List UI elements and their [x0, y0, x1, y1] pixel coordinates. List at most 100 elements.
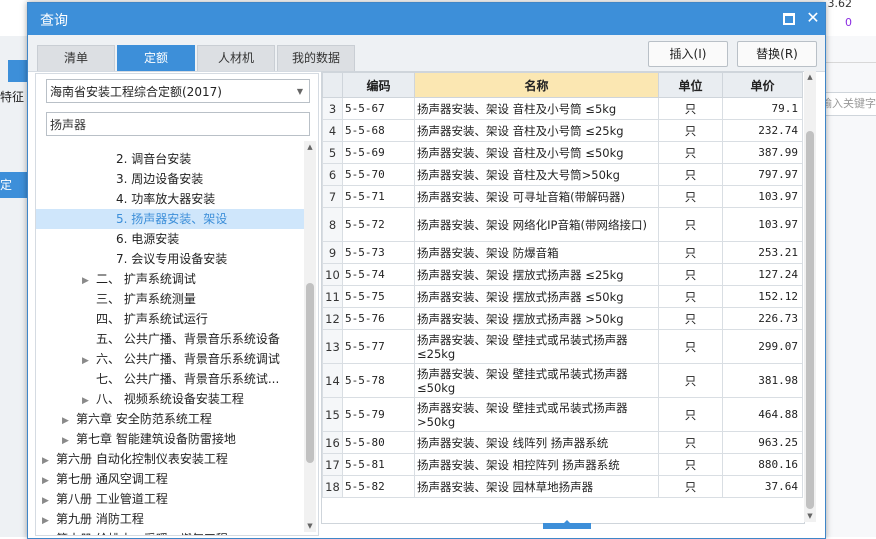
- expand-arrow-icon[interactable]: ▶: [62, 431, 76, 451]
- background-search-input[interactable]: 输入关键字: [820, 92, 876, 116]
- scrollbar-thumb[interactable]: [306, 283, 314, 463]
- dialog-title: 查询: [40, 13, 68, 29]
- quota-unit: 只: [658, 141, 723, 164]
- quota-name: 扬声器安装、架设 摆放式扬声器 ≤25kg: [414, 263, 659, 286]
- table-row[interactable]: 8 5-5-72 扬声器安装、架设 网络化IP音箱(带网络接口) 只 103.97: [322, 207, 803, 242]
- quota-name: 扬声器安装、架设 壁挂式或吊装式扬声器≤25kg: [414, 329, 659, 364]
- tree-node[interactable]: 3. 周边设备安装: [102, 169, 203, 189]
- tree-node[interactable]: ▶ 第六册 自动化控制仪表安装工程: [42, 449, 228, 469]
- tree-node[interactable]: ▶ 第八册 工业管道工程: [42, 489, 168, 509]
- quota-price: 299.07: [722, 329, 803, 364]
- background-left-selected[interactable]: 定: [0, 172, 28, 198]
- scroll-up-icon[interactable]: ▲: [304, 141, 316, 153]
- tree-node-label: 二、 扩声系统调试: [96, 272, 196, 286]
- scroll-down-icon[interactable]: ▼: [304, 520, 316, 532]
- quota-code: 5-5-76: [342, 307, 415, 330]
- expand-arrow-icon[interactable]: ▶: [82, 391, 96, 411]
- tab-my-data[interactable]: 我的数据: [277, 45, 355, 71]
- table-row[interactable]: 12 5-5-76 扬声器安装、架设 摆放式扬声器 >50kg 只 226.73: [322, 307, 803, 330]
- row-index: 10: [322, 263, 343, 286]
- expand-arrow-icon[interactable]: ▶: [42, 491, 56, 511]
- quota-code: 5-5-81: [342, 453, 415, 476]
- quota-code: 5-5-82: [342, 475, 415, 498]
- tree-node[interactable]: ▶ 第七章 智能建筑设备防雷接地: [62, 429, 236, 449]
- expand-arrow-icon[interactable]: ▶: [42, 531, 56, 535]
- table-row[interactable]: 4 5-5-68 扬声器安装、架设 音柱及小号筒 ≤25kg 只 232.74: [322, 119, 803, 142]
- row-index: 8: [322, 207, 343, 242]
- tree-node[interactable]: ▶ 八、 视频系统设备安装工程: [82, 389, 244, 409]
- expand-arrow-icon[interactable]: ▶: [62, 411, 76, 431]
- quota-code: 5-5-78: [342, 363, 415, 398]
- column-header-price[interactable]: 单价: [722, 72, 803, 98]
- column-header-unit[interactable]: 单位: [658, 72, 723, 98]
- tab-quota[interactable]: 定额: [117, 45, 195, 71]
- background-left-tab[interactable]: [8, 60, 28, 82]
- tree-node-label: 2. 调音台安装: [116, 152, 192, 166]
- background-left-label: 特征: [0, 90, 25, 104]
- expand-arrow-icon[interactable]: ▶: [42, 471, 56, 491]
- close-button[interactable]: ✕: [804, 9, 822, 27]
- tab-bill[interactable]: 清单: [37, 45, 115, 71]
- quota-unit: 只: [658, 241, 723, 264]
- tree-node[interactable]: ▶ 二、 扩声系统调试: [82, 269, 196, 289]
- replace-button[interactable]: 替换(R): [737, 41, 817, 67]
- expand-arrow-icon[interactable]: ▶: [42, 451, 56, 471]
- table-row[interactable]: 5 5-5-69 扬声器安装、架设 音柱及小号筒 ≤50kg 只 387.99: [322, 141, 803, 164]
- table-row[interactable]: 17 5-5-81 扬声器安装、架设 相控阵列 扬声器系统只 880.16: [322, 453, 803, 476]
- table-row[interactable]: 11 5-5-75 扬声器安装、架设 摆放式扬声器 ≤50kg 只 152.12: [322, 285, 803, 308]
- quota-code: 5-5-69: [342, 141, 415, 164]
- tree-search-input[interactable]: [46, 112, 310, 136]
- tree-node-label: 第六册 自动化控制仪表安装工程: [56, 452, 228, 466]
- tree-node-label: 第九册 消防工程: [56, 512, 144, 526]
- scroll-up-icon[interactable]: ▲: [804, 71, 816, 83]
- scrollbar-thumb[interactable]: [806, 131, 814, 509]
- tree-node[interactable]: 7. 会议专用设备安装: [102, 249, 227, 269]
- expand-arrow-icon[interactable]: ▶: [82, 351, 96, 371]
- tree-node[interactable]: 三、 扩声系统测量: [82, 289, 196, 309]
- tree-node[interactable]: 四、 扩声系统试运行: [82, 309, 208, 329]
- background-value: 3.62: [827, 0, 853, 10]
- column-header-code[interactable]: 编码: [342, 72, 415, 98]
- tree-node[interactable]: 4. 功率放大器安装: [102, 189, 215, 209]
- table-row[interactable]: 14 5-5-78 扬声器安装、架设 壁挂式或吊装式扬声器≤50kg 只 381.98: [322, 363, 803, 398]
- table-scrollbar[interactable]: ▲ ▼: [804, 71, 816, 522]
- quota-unit: 只: [658, 453, 723, 476]
- table-row[interactable]: 3 5-5-67 扬声器安装、架设 音柱及小号筒 ≤5kg 只 79.1: [322, 97, 803, 120]
- table-row[interactable]: 9 5-5-73 扬声器安装、架设 防爆音箱只 253.21: [322, 241, 803, 264]
- tree-node[interactable]: ▶ 第六章 安全防范系统工程: [62, 409, 212, 429]
- tree-node[interactable]: ▶ 六、 公共广播、背景音乐系统调试: [82, 349, 280, 369]
- quota-price: 79.1: [722, 97, 803, 120]
- quota-price: 152.12: [722, 285, 803, 308]
- tree-node[interactable]: 6. 电源安装: [102, 229, 179, 249]
- insert-button[interactable]: 插入(I): [648, 41, 728, 67]
- row-index: 4: [322, 119, 343, 142]
- quota-unit: 只: [658, 119, 723, 142]
- tree-node[interactable]: ▶第十册 给排水、采暖、燃气工程: [42, 529, 228, 535]
- table-row[interactable]: 16 5-5-80 扬声器安装、架设 线阵列 扬声器系统只 963.25: [322, 431, 803, 454]
- maximize-button[interactable]: [780, 9, 798, 27]
- table-row[interactable]: 18 5-5-82 扬声器安装、架设 园林草地扬声器只 37.64: [322, 475, 803, 498]
- expand-arrow-icon[interactable]: ▶: [42, 511, 56, 531]
- panel-splitter-handle[interactable]: [543, 520, 591, 529]
- table-row[interactable]: 15 5-5-79 扬声器安装、架设 壁挂式或吊装式扬声器>50kg 只 464.88: [322, 397, 803, 432]
- expand-arrow-icon[interactable]: ▶: [82, 271, 96, 291]
- row-index: 5: [322, 141, 343, 164]
- tree-node[interactable]: ▶ 第九册 消防工程: [42, 509, 144, 529]
- tree-scrollbar[interactable]: ▲ ▼: [304, 141, 316, 532]
- table-row[interactable]: 7 5-5-71 扬声器安装、架设 可寻址音箱(带解码器) 只 103.97: [322, 185, 803, 208]
- table-row[interactable]: 6 5-5-70 扬声器安装、架设 音柱及大号筒>50kg 只 797.97: [322, 163, 803, 186]
- quota-code: 5-5-80: [342, 431, 415, 454]
- tree-node[interactable]: 七、 公共广播、背景音乐系统试...: [82, 369, 279, 389]
- tab-materials[interactable]: 人材机: [197, 45, 275, 71]
- tree-node[interactable]: 五、 公共广播、背景音乐系统设备: [82, 329, 280, 349]
- row-index: 15: [322, 397, 343, 432]
- table-row[interactable]: 13 5-5-77 扬声器安装、架设 壁挂式或吊装式扬声器≤25kg 只 299.07: [322, 329, 803, 364]
- tree-node[interactable]: ▶ 第七册 通风空调工程: [42, 469, 168, 489]
- scroll-down-icon[interactable]: ▼: [804, 510, 816, 522]
- tree-node[interactable]: 2. 调音台安装: [102, 149, 191, 169]
- dialog-titlebar[interactable]: 查询 ✕: [28, 3, 825, 35]
- column-header-name[interactable]: 名称: [414, 72, 659, 98]
- table-row[interactable]: 10 5-5-74 扬声器安装、架设 摆放式扬声器 ≤25kg 只 127.24: [322, 263, 803, 286]
- tree-node-selected[interactable]: 5. 扬声器安装、架设: [36, 209, 304, 229]
- quota-library-select[interactable]: 海南省安装工程综合定额(2017) ▼: [46, 79, 310, 103]
